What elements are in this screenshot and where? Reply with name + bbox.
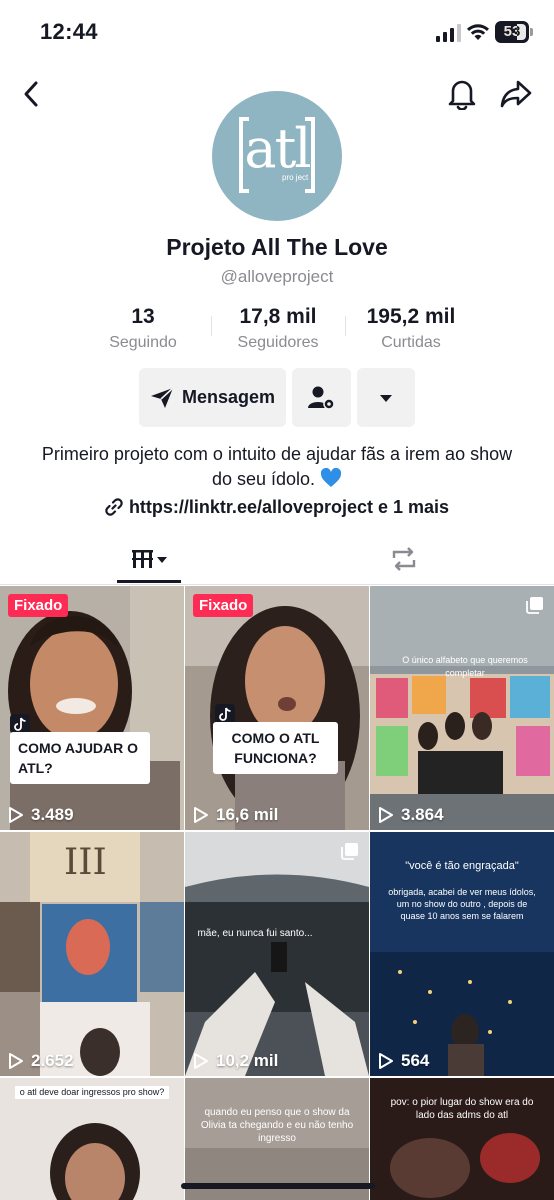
following-count: 13 xyxy=(131,305,155,328)
follow-settings-button[interactable] xyxy=(292,368,351,427)
message-button[interactable]: Mensagem xyxy=(139,368,286,427)
tiktok-logo-icon xyxy=(215,704,235,724)
video-tile[interactable]: O único alfabeto que queremos completar … xyxy=(370,586,554,830)
tab-reposts[interactable] xyxy=(386,544,422,574)
video-overlay-text: o atl deve doar ingressos pro show? xyxy=(15,1086,169,1099)
video-thumbnail xyxy=(0,586,184,830)
user-settings-icon xyxy=(307,386,335,410)
video-tile[interactable]: mãe, eu nunca fui santo... 10,2 mil xyxy=(185,832,369,1076)
link-icon xyxy=(105,498,123,516)
pinned-badge: Fixado xyxy=(193,594,254,617)
status-time: 12:44 xyxy=(40,19,98,44)
bell-icon xyxy=(448,80,476,110)
video-tile[interactable]: pov: o pior lugar do show era do lado da… xyxy=(370,1078,554,1200)
stat-divider xyxy=(345,316,346,336)
profile-bio: Primeiro projeto com o intuito de ajudar… xyxy=(40,442,514,492)
profile-tabs xyxy=(0,535,554,585)
chevron-left-icon xyxy=(24,81,38,107)
following-label: Seguindo xyxy=(109,334,177,351)
repost-icon xyxy=(392,547,416,571)
play-icon xyxy=(9,1053,23,1069)
video-thumbnail xyxy=(185,832,369,1076)
play-icon xyxy=(379,1053,393,1069)
tab-videos[interactable] xyxy=(117,545,181,573)
view-count: 2.652 xyxy=(8,1051,74,1071)
play-icon xyxy=(379,807,393,823)
view-count-text: 3.864 xyxy=(401,805,444,824)
followers-count: 17,8 mil xyxy=(239,305,317,328)
profile-avatar[interactable]: atl pro ject xyxy=(212,91,342,221)
video-overlay-text: obrigada, acabei de ver meus ídolos, um … xyxy=(388,887,536,921)
video-tile[interactable]: III 2.652 xyxy=(0,832,184,1076)
multiple-photos-icon xyxy=(341,843,358,860)
view-count-text: 2.652 xyxy=(31,1051,74,1070)
video-grid-icon xyxy=(132,550,167,568)
multiple-photos-icon xyxy=(526,597,543,614)
view-count: 3.864 xyxy=(378,805,444,825)
tiktok-logo-icon xyxy=(10,714,30,734)
notifications-button[interactable] xyxy=(440,72,484,116)
profile-link[interactable]: https://linktr.ee/alloveproject e 1 mais xyxy=(0,497,554,518)
view-count-text: 564 xyxy=(401,1051,430,1070)
stat-likes[interactable]: 195,2 mil Curtidas xyxy=(355,305,467,352)
back-button[interactable] xyxy=(9,72,53,116)
message-button-label: Mensagem xyxy=(181,387,276,407)
home-indicator[interactable] xyxy=(181,1183,375,1189)
video-tile[interactable]: o atl deve doar ingressos pro show? xyxy=(0,1078,184,1200)
followers-label: Seguidores xyxy=(237,334,319,351)
pinned-badge: Fixado xyxy=(8,594,69,617)
video-caption: COMO O ATL FUNCIONA? xyxy=(213,722,338,774)
display-name: Projeto All The Love xyxy=(166,234,388,260)
stat-followers[interactable]: 17,8 mil Seguidores xyxy=(222,305,334,352)
battery-level: 53 xyxy=(503,23,521,40)
share-arrow-icon xyxy=(500,80,532,108)
view-count-text: 3.489 xyxy=(31,805,74,824)
video-tile[interactable]: Fixado COMO O ATL FUNCIONA? 16,6 mil xyxy=(185,586,369,830)
share-button[interactable] xyxy=(494,72,538,116)
video-thumbnail xyxy=(370,586,554,830)
view-count: 10,2 mil xyxy=(193,1051,278,1071)
video-overlay-text: quando eu penso que o show da Olivia ta … xyxy=(200,1107,354,1144)
video-overlay-title: "você é tão engraçada" xyxy=(405,860,519,872)
video-tile[interactable]: "você é tão engraçada" obrigada, acabei … xyxy=(370,832,554,1076)
video-thumbnail xyxy=(185,586,369,830)
battery-icon: 53 xyxy=(495,21,533,43)
more-options-button[interactable] xyxy=(357,368,415,427)
video-overlay-text: O único alfabeto que queremos completar xyxy=(402,655,528,678)
play-icon xyxy=(194,1053,208,1069)
likes-count: 195,2 mil xyxy=(366,305,456,328)
username: @alloveproject xyxy=(220,267,334,286)
status-bar: 12:44 53 xyxy=(0,0,554,64)
svg-text:III: III xyxy=(64,842,107,883)
wifi-icon xyxy=(467,24,489,40)
stat-divider xyxy=(211,316,212,336)
play-icon xyxy=(194,807,208,823)
video-overlay-text: pov: o pior lugar do show era do lado da… xyxy=(390,1097,534,1121)
video-tile[interactable]: Fixado COMO AJUDAR O ATL? 3.489 xyxy=(0,586,184,830)
avatar-logo-sub: pro ject xyxy=(282,173,309,182)
view-count: 16,6 mil xyxy=(193,805,278,825)
active-tab-indicator xyxy=(117,580,181,583)
stat-following[interactable]: 13 Seguindo xyxy=(93,305,193,352)
video-thumbnail: III xyxy=(0,832,184,1076)
view-count-text: 16,6 mil xyxy=(216,805,279,824)
profile-link-text: https://linktr.ee/alloveproject e 1 mais xyxy=(128,497,450,517)
video-tile[interactable]: quando eu penso que o show da Olivia ta … xyxy=(185,1078,369,1200)
bio-text: Primeiro projeto com o intuito de ajudar… xyxy=(41,444,513,489)
caret-down-icon xyxy=(380,394,392,402)
blue-heart-icon xyxy=(321,468,342,487)
cellular-signal-icon xyxy=(436,24,461,42)
view-count: 3.489 xyxy=(8,805,74,825)
video-caption: COMO AJUDAR O ATL? xyxy=(10,732,150,784)
send-icon xyxy=(150,386,174,408)
video-overlay-text: mãe, eu nunca fui santo... xyxy=(197,928,313,939)
likes-label: Curtidas xyxy=(381,334,441,351)
view-count-text: 10,2 mil xyxy=(216,1051,279,1070)
play-icon xyxy=(9,807,23,823)
view-count: 564 xyxy=(378,1051,429,1071)
